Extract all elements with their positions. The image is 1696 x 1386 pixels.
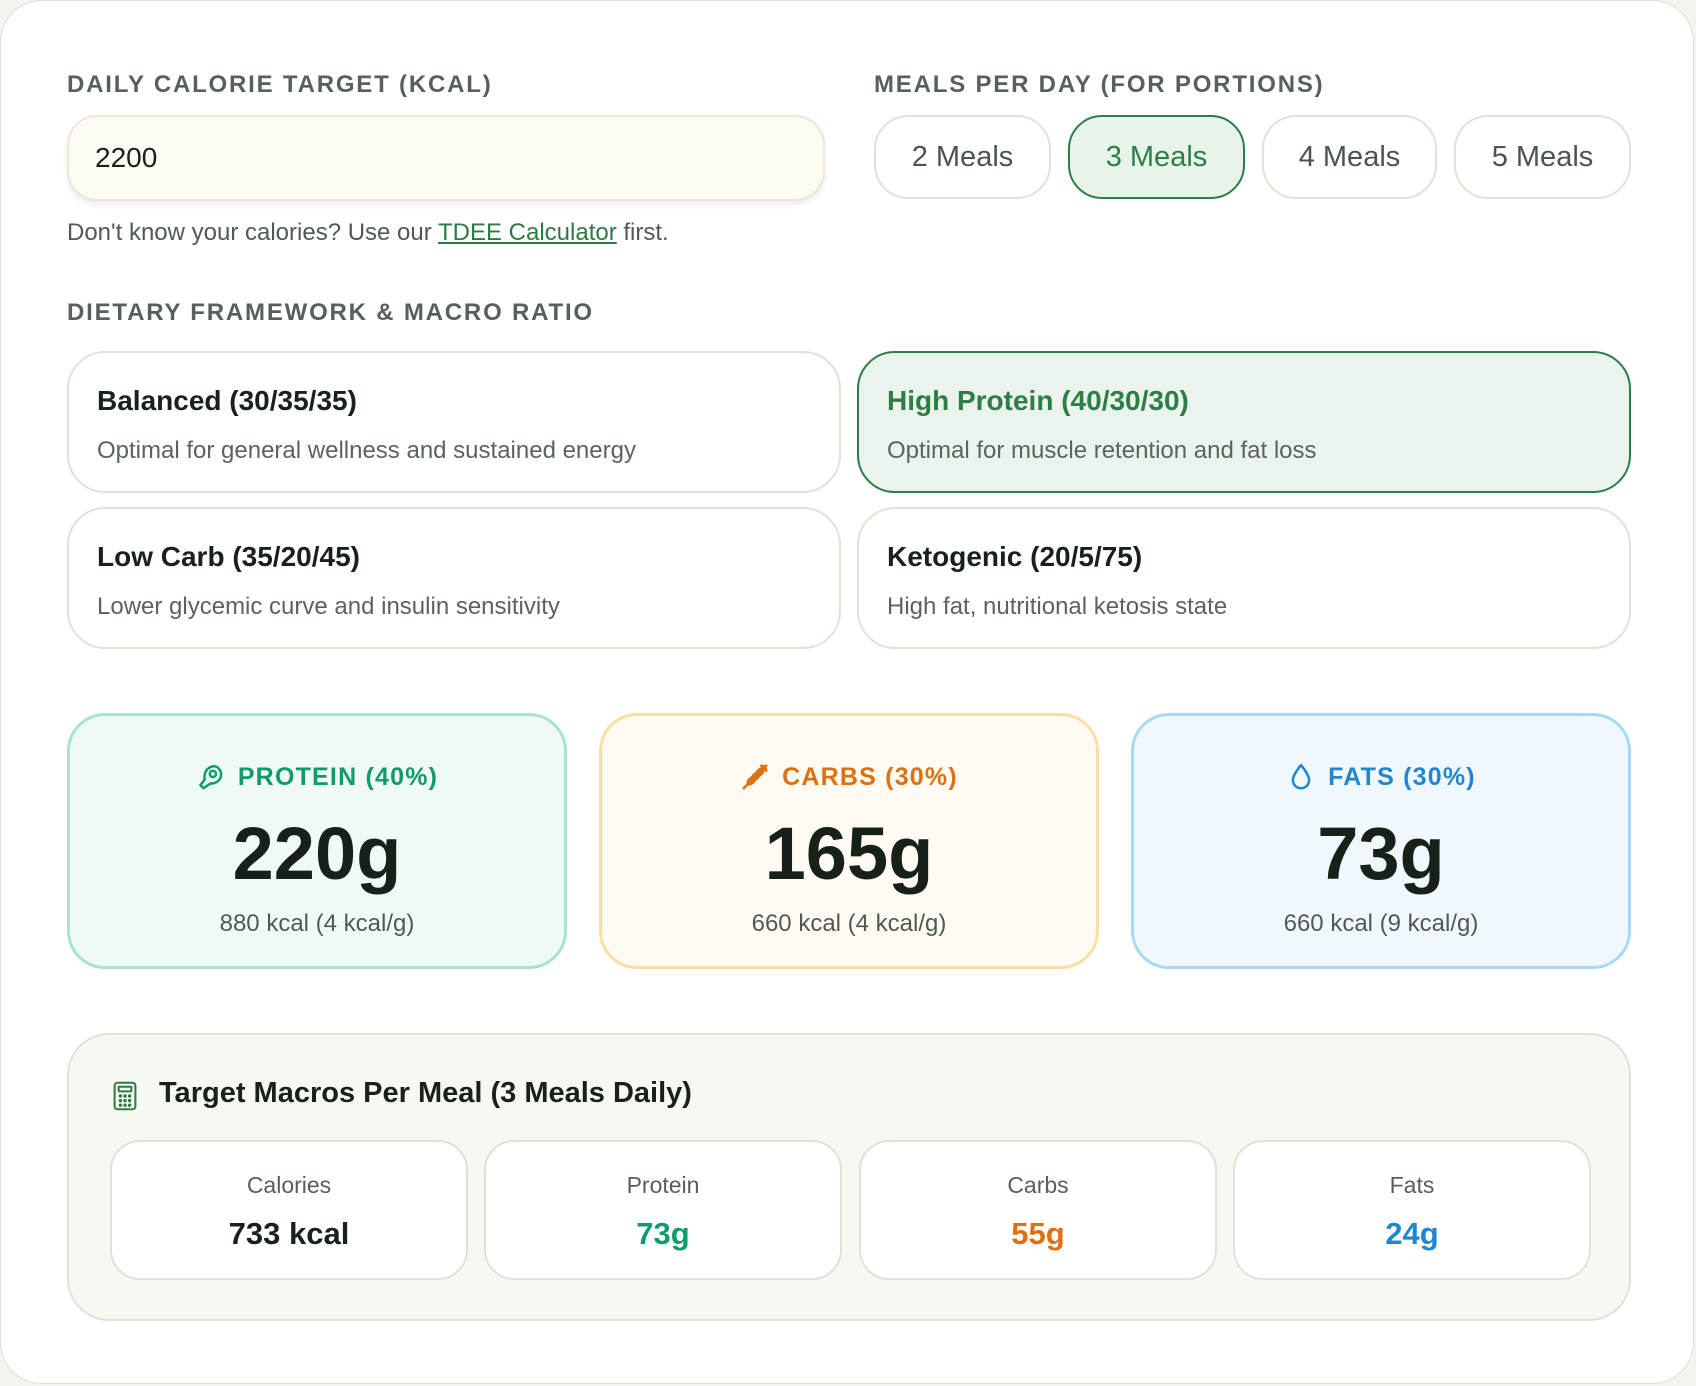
per-meal-label: Carbs <box>1007 1172 1069 1198</box>
diet-option-title: Low Carb (35/20/45) <box>97 541 360 572</box>
diet-option-desc: High fat, nutritional ketosis state <box>887 593 1228 620</box>
protein-macro-header: PROTEIN (40%) <box>70 762 564 792</box>
carbs-kcal: 660 kcal (4 kcal/g) <box>751 910 947 937</box>
per-meal-protein-value: 73g <box>636 1216 690 1251</box>
diet-option-title: Ketogenic (20/5/75) <box>887 541 1143 572</box>
diet-option-title: High Protein (40/30/30) <box>887 385 1189 416</box>
droplet-icon <box>1291 763 1311 790</box>
per-meal-fats-cell: Fats 24g <box>1233 1140 1591 1280</box>
fats-kcal: 660 kcal (9 kcal/g) <box>1283 910 1479 937</box>
meals-3-button[interactable]: 3 Meals <box>1068 115 1245 199</box>
diet-option-balanced[interactable]: Balanced (30/35/35) Optimal for general … <box>67 351 841 493</box>
diet-option-ketogenic[interactable]: Ketogenic (20/5/75) High fat, nutritiona… <box>857 507 1631 649</box>
meals-per-day-label: MEALS PER DAY (FOR PORTIONS) <box>874 71 1325 98</box>
diet-option-desc: Optimal for general wellness and sustain… <box>97 437 636 464</box>
carbs-macro-card: CARBS (30%) 165g 660 kcal (4 kcal/g) <box>599 713 1099 969</box>
diet-option-title: Balanced (30/35/35) <box>97 385 357 416</box>
fats-grams: 73g <box>1317 812 1445 895</box>
per-meal-fats-value: 24g <box>1385 1216 1439 1251</box>
carbs-grams: 165g <box>764 812 934 895</box>
dietary-framework-label: DIETARY FRAMEWORK & MACRO RATIO <box>67 299 594 326</box>
per-meal-calories-value: 733 kcal <box>228 1216 350 1251</box>
helper-suffix: first. <box>616 219 669 246</box>
protein-icon <box>198 764 223 790</box>
calculator-icon <box>113 1081 137 1111</box>
protein-macro-label: PROTEIN (40%) <box>237 762 439 791</box>
protein-kcal: 880 kcal (4 kcal/g) <box>219 910 415 937</box>
fats-macro-header: FATS (30%) <box>1134 762 1628 792</box>
per-meal-carbs-cell: Carbs 55g <box>859 1140 1217 1280</box>
per-meal-title: Target Macros Per Meal (3 Meals Daily) <box>159 1077 692 1109</box>
diet-option-desc: Lower glycemic curve and insulin sensiti… <box>97 593 560 620</box>
calorie-target-label: DAILY CALORIE TARGET (KCAL) <box>67 71 493 98</box>
per-meal-protein-cell: Protein 73g <box>484 1140 842 1280</box>
calorie-target-input[interactable] <box>67 115 825 201</box>
helper-prefix: Don't know your calories? Use our <box>67 219 438 246</box>
wheat-icon <box>742 764 768 790</box>
meals-2-button[interactable]: 2 Meals <box>874 115 1051 199</box>
tdee-helper-text: Don't know your calories? Use our TDEE C… <box>67 219 669 247</box>
tdee-calculator-link[interactable]: TDEE Calculator <box>438 219 617 246</box>
per-meal-label: Protein <box>626 1172 700 1198</box>
carbs-macro-header: CARBS (30%) <box>602 762 1096 792</box>
diet-option-high-protein[interactable]: High Protein (40/30/30) Optimal for musc… <box>857 351 1631 493</box>
per-meal-calories-cell: Calories 733 kcal <box>110 1140 468 1280</box>
diet-option-desc: Optimal for muscle retention and fat los… <box>887 437 1317 464</box>
protein-macro-card: PROTEIN (40%) 220g 880 kcal (4 kcal/g) <box>67 713 567 969</box>
per-meal-label: Calories <box>246 1172 332 1198</box>
diet-option-low-carb[interactable]: Low Carb (35/20/45) Lower glycemic curve… <box>67 507 841 649</box>
per-meal-label: Fats <box>1389 1172 1435 1198</box>
meals-4-button[interactable]: 4 Meals <box>1262 115 1437 199</box>
per-meal-carbs-value: 55g <box>1011 1216 1065 1251</box>
protein-grams: 220g <box>232 812 402 895</box>
fats-macro-label: FATS (30%) <box>1328 762 1476 791</box>
meals-5-button[interactable]: 5 Meals <box>1454 115 1631 199</box>
fats-macro-card: FATS (30%) 73g 660 kcal (9 kcal/g) <box>1131 713 1631 969</box>
per-meal-panel: Target Macros Per Meal (3 Meals Daily) C… <box>67 1033 1631 1321</box>
macro-calculator-card: DAILY CALORIE TARGET (KCAL) Don't know y… <box>0 0 1694 1384</box>
carbs-macro-label: CARBS (30%) <box>782 762 958 791</box>
